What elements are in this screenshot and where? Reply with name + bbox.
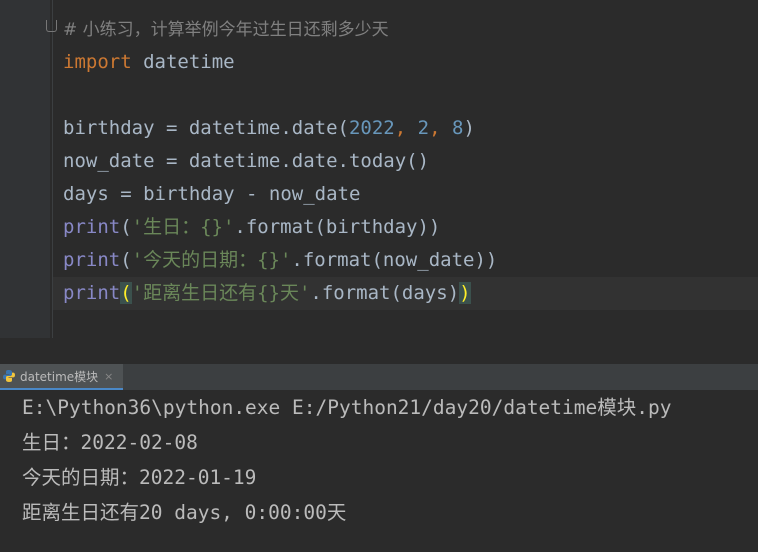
- code-token: .format(now_date)): [291, 249, 498, 271]
- code-token: '生日：{}': [131, 216, 235, 238]
- console-line-birthday: 生日：2022-02-08: [22, 431, 198, 454]
- code-token: now_date = datetime.date.today(): [63, 150, 430, 172]
- code-line[interactable]: print('今天的日期：{}'.format(now_date)): [63, 244, 497, 277]
- code-line[interactable]: print('距离生日还有{}天'.format(days)): [63, 277, 471, 310]
- code-token: '距离生日还有{}天': [131, 282, 311, 304]
- code-token: ,: [429, 117, 452, 139]
- code-token: .format(days): [310, 282, 460, 304]
- code-token: # 小练习，计算举例今年过生日还剩多少天: [63, 20, 389, 40]
- code-token: 2: [417, 117, 430, 139]
- code-token: (: [120, 216, 132, 238]
- code-editor[interactable]: # 小练习，计算举例今年过生日还剩多少天 import datetime birth…: [0, 0, 758, 338]
- run-tab[interactable]: datetime模块 ×: [0, 364, 124, 390]
- code-line[interactable]: birthday = datetime.date(2022, 2, 8): [63, 112, 475, 145]
- fold-marker-icon[interactable]: [46, 20, 57, 32]
- code-line[interactable]: now_date = datetime.date.today(): [63, 145, 429, 178]
- run-tab-label: datetime模块: [20, 369, 99, 384]
- code-token: print: [63, 282, 121, 304]
- code-line[interactable]: # 小练习，计算举例今年过生日还剩多少天: [63, 13, 389, 46]
- code-token: (: [120, 249, 132, 271]
- code-token: .format(birthday)): [234, 216, 441, 238]
- code-token: print: [63, 249, 121, 271]
- code-token: days = birthday - now_date: [63, 183, 361, 205]
- code-token: 8: [451, 117, 464, 139]
- run-console-output[interactable]: E:\Python36\python.exe E:/Python21/day20…: [0, 390, 758, 552]
- code-line[interactable]: print('生日：{}'.format(birthday)): [63, 211, 440, 244]
- code-token: ): [459, 282, 471, 304]
- code-token: ): [463, 117, 475, 139]
- code-token: import: [63, 51, 132, 73]
- console-line-command: E:\Python36\python.exe E:/Python21/day20…: [22, 396, 672, 419]
- code-token: birthday = datetime.date(: [63, 117, 349, 139]
- code-token: (: [120, 282, 132, 304]
- close-icon[interactable]: ×: [104, 370, 113, 383]
- console-line-today: 今天的日期：2022-01-19: [22, 466, 257, 489]
- console-line-days-left: 距离生日还有20 days, 0:00:00天: [22, 501, 347, 524]
- line-gutter[interactable]: [0, 0, 50, 338]
- python-icon: [3, 370, 15, 382]
- run-tool-window-tabbar: datetime模块 ×: [0, 364, 758, 391]
- code-token: ,: [394, 117, 418, 139]
- code-token: 2022: [348, 117, 395, 139]
- code-line[interactable]: days = birthday - now_date: [63, 178, 360, 211]
- code-token: datetime: [131, 51, 235, 73]
- code-token: '今天的日期：{}': [131, 249, 292, 271]
- code-line[interactable]: import datetime: [63, 46, 235, 79]
- code-token: print: [63, 216, 121, 238]
- editor-console-divider[interactable]: [0, 338, 758, 365]
